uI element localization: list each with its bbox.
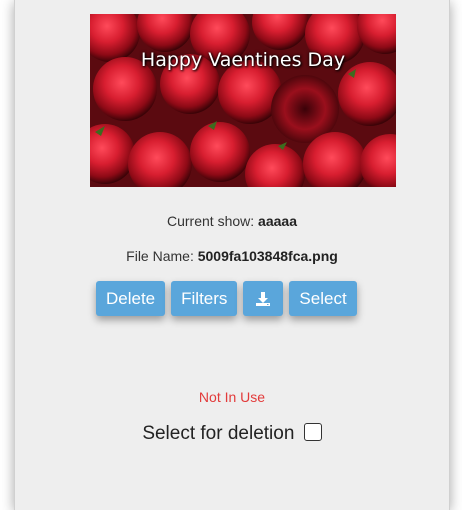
file-name-label: File Name: — [126, 248, 194, 264]
file-card: Happy Vaentines Day Current show: aaaaa … — [14, 0, 450, 510]
file-name-line: File Name: 5009fa103848fca.png — [15, 248, 449, 264]
download-button[interactable] — [243, 281, 284, 316]
deletion-checkbox[interactable] — [303, 423, 322, 441]
deletion-row: Select for deletion — [15, 423, 449, 445]
current-show-line: Current show: aaaaa — [15, 213, 449, 229]
deletion-label[interactable]: Select for deletion — [142, 423, 294, 444]
delete-button[interactable]: Delete — [96, 281, 166, 316]
download-icon — [256, 291, 271, 306]
file-name-value: 5009fa103848fca.png — [197, 248, 338, 264]
action-buttons: Delete Filters Select — [96, 281, 357, 316]
preview-image[interactable]: Happy Vaentines Day — [90, 14, 396, 187]
select-button[interactable]: Select — [289, 281, 357, 316]
current-show-value: aaaaa — [258, 213, 297, 229]
filters-button[interactable]: Filters — [171, 281, 238, 316]
preview-caption: Happy Vaentines Day — [140, 49, 346, 71]
current-show-label: Current show: — [167, 213, 255, 229]
roses-photo — [90, 14, 396, 187]
usage-status: Not In Use — [198, 389, 266, 405]
